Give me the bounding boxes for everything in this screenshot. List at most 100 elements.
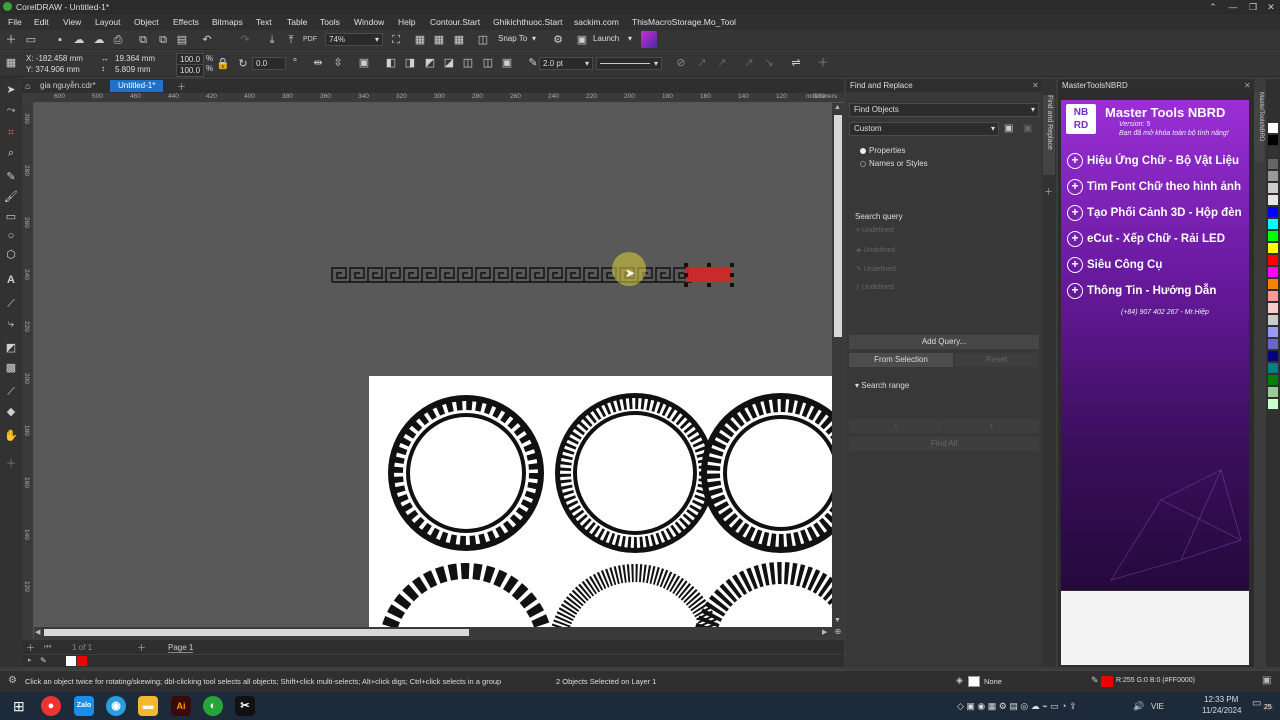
swatch-no-color[interactable] [66, 656, 76, 666]
ribbon-toggle-icon[interactable]: ⌃ [1203, 0, 1223, 14]
add-tool-icon[interactable]: ＋ [4, 457, 18, 471]
snap-to-dropdown[interactable]: Snap To [498, 34, 527, 43]
full-screen-icon[interactable]: ⛶ [389, 33, 403, 47]
vertical-scrollbar[interactable]: ▲ ▼ [832, 103, 844, 628]
cloud-open-icon[interactable]: ☁ [72, 33, 86, 47]
outline-pen-icon[interactable]: ✎ [526, 56, 540, 70]
shape-tool-icon[interactable]: ⤳ [4, 103, 18, 117]
show-guidelines-icon[interactable]: ▦ [452, 33, 466, 47]
palette-swatch[interactable] [1268, 267, 1278, 277]
minimize-button[interactable]: — [1223, 0, 1243, 14]
select-grid-icon[interactable]: ▦ [4, 56, 18, 70]
palette-swatch[interactable] [1268, 339, 1278, 349]
tray-icons[interactable]: ◇ ▣ ◉ ▦ ⚙ ▤ ◎ ☁ ⌁ ▭ ◔ ⇪ [957, 701, 1077, 712]
eyedropper-icon[interactable]: ✎ [40, 656, 47, 665]
horizontal-scroll-thumb[interactable] [44, 629, 469, 636]
arrowhead-end-icon[interactable]: ↗ [715, 56, 729, 70]
front-minus-back-icon[interactable]: ◫ [461, 56, 475, 70]
add-docker-icon[interactable]: ＋ [1044, 185, 1053, 198]
save-icon[interactable]: ▪ [53, 33, 67, 47]
import-icon[interactable]: ⤓ [265, 33, 279, 47]
object-height-field[interactable]: 5.809 mm [112, 64, 168, 77]
menu-text[interactable]: Text [256, 17, 272, 27]
transparency-icon[interactable]: ▩ [4, 361, 18, 375]
palette-swatch[interactable] [1268, 255, 1278, 265]
palette-swatch[interactable] [1268, 303, 1278, 313]
shape-icon[interactable]: ↘ [762, 56, 776, 70]
coreldraw-icon[interactable]: ◐ [203, 696, 223, 716]
mt-text-effects-button[interactable]: + Hiệu Ứng Chữ - Bộ Vật Liệu [1067, 151, 1239, 171]
chevron-down-icon[interactable]: ▾ [532, 34, 536, 43]
zalo-icon[interactable]: Zalo [74, 696, 94, 716]
palette-swatch[interactable] [1268, 399, 1278, 409]
vertical-scroll-thumb[interactable] [834, 115, 842, 337]
freehand-tool-icon[interactable]: ✎ [4, 170, 18, 184]
palette-swatch[interactable] [1268, 363, 1278, 373]
launch-dropdown[interactable]: Launch [593, 34, 619, 43]
new-document-icon[interactable]: ＋ [4, 33, 18, 47]
menu-layout[interactable]: Layout [95, 17, 121, 27]
open-icon[interactable]: ▭ [24, 33, 38, 47]
palette-swatch[interactable] [1268, 219, 1278, 229]
palette-arrow-icon[interactable]: ▸ [28, 656, 32, 664]
palette-swatch[interactable] [1268, 123, 1278, 133]
reset-button[interactable]: Reset [954, 353, 1039, 367]
chrome-icon[interactable]: ● [41, 696, 61, 716]
find-previous-button[interactable]: ‹ [849, 419, 943, 433]
illustrator-icon[interactable]: Ai [171, 696, 191, 716]
rectangle-tool-icon[interactable]: ▭ [4, 210, 18, 224]
search-range-toggle[interactable]: ▾ Search range [855, 381, 909, 390]
palette-swatch[interactable] [1268, 147, 1278, 157]
close-button[interactable]: ✕ [1261, 0, 1280, 14]
notification-icon[interactable]: ▭ [1252, 698, 1261, 709]
palette-swatch[interactable] [1268, 279, 1278, 289]
selected-red-object[interactable] [686, 267, 732, 282]
maximize-button[interactable]: ❐ [1243, 0, 1263, 14]
menu-bitmaps[interactable]: Bitmaps [212, 17, 243, 27]
options-gear-icon[interactable]: ⚙ [551, 33, 565, 47]
first-page-icon[interactable]: ⏮ [44, 642, 51, 652]
horizontal-scrollbar[interactable]: ◀ ▶ [34, 627, 832, 638]
boundary-icon[interactable]: ▣ [500, 56, 514, 70]
snap-icon[interactable]: ◫ [476, 33, 490, 47]
outline-width-select[interactable]: 2.0 pt ▾ [539, 57, 593, 70]
close-icon[interactable]: ✕ [1032, 81, 1039, 90]
interactive-fill-icon[interactable]: ◆ [4, 405, 18, 419]
pick-tool-icon[interactable]: ➤ [4, 83, 18, 97]
menu-help[interactable]: Help [398, 17, 415, 27]
menu-effects[interactable]: Effects [173, 17, 199, 27]
export-pdf-icon[interactable]: PDF [303, 33, 317, 47]
menu-ghikichthuoc-start[interactable]: Ghikichthuoc.Start [493, 17, 562, 27]
status-options-icon[interactable]: ▣ [1262, 675, 1271, 686]
menu-table[interactable]: Table [287, 17, 307, 27]
undo-icon[interactable]: ↶ [200, 33, 214, 47]
ellipse-tool-icon[interactable]: ○ [4, 229, 18, 243]
show-rulers-icon[interactable]: ▦ [413, 33, 427, 47]
names-styles-radio[interactable] [860, 161, 866, 167]
page-area[interactable] [369, 376, 832, 628]
page-tab[interactable]: Page 1 [168, 643, 194, 653]
mirror-vertical-icon[interactable]: ⇳ [331, 56, 345, 70]
palette-swatch[interactable] [1268, 243, 1278, 253]
redo-icon[interactable]: ↷ [238, 33, 252, 47]
palette-swatch[interactable] [1268, 315, 1278, 325]
greek-key-border-object[interactable] [330, 263, 740, 287]
menu-sackim[interactable]: sackim.com [574, 17, 619, 27]
copy-icon[interactable]: ⧉ [156, 33, 170, 47]
crop-tool-icon[interactable]: ⌗ [4, 126, 18, 140]
find-mode-select[interactable]: Find Objects ▾ [849, 103, 1039, 117]
tab-gia-nguyen[interactable]: gia nguyễn.cdr* [32, 80, 104, 92]
menu-edit[interactable]: Edit [34, 17, 49, 27]
scroll-left-icon[interactable]: ◀ [35, 628, 40, 636]
text-tool-icon[interactable]: A [4, 273, 18, 287]
status-settings-icon[interactable]: ⚙ [8, 675, 17, 686]
polygon-tool-icon[interactable]: ⬡ [4, 248, 18, 262]
convert-to-curves-icon[interactable]: ⊘ [674, 56, 688, 70]
menu-file[interactable]: File [8, 17, 22, 27]
palette-swatch[interactable] [1268, 351, 1278, 361]
file-explorer-icon[interactable]: ▬ [138, 696, 158, 716]
parallel-dimension-icon[interactable]: ⟋ [4, 297, 18, 311]
scroll-right-icon[interactable]: ▶ [822, 628, 827, 636]
menu-contour-start[interactable]: Contour.Start [430, 17, 480, 27]
navigator-icon[interactable]: ⊕ [832, 627, 844, 638]
